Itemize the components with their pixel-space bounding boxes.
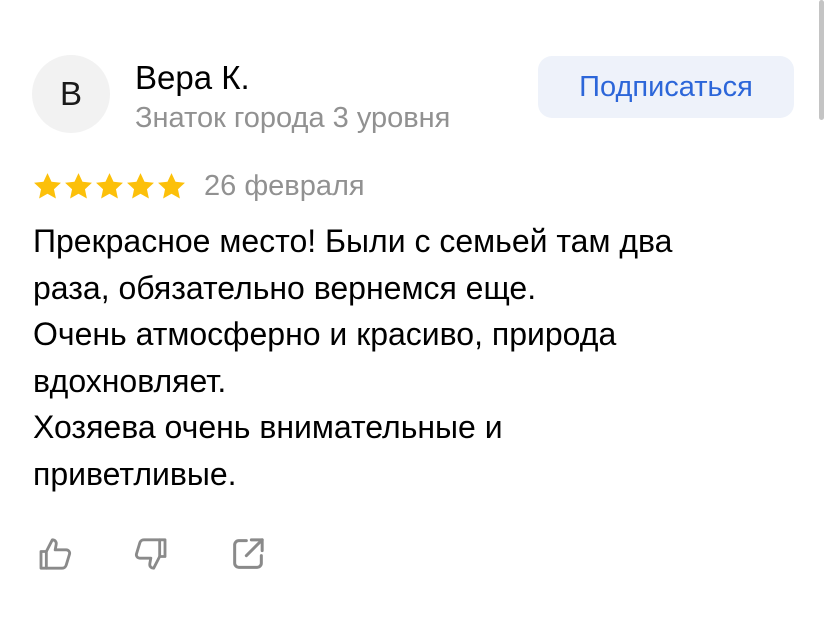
review-text-line: Прекрасное место! Были с семьей там два <box>33 223 673 259</box>
rating-stars <box>32 170 187 202</box>
avatar[interactable]: В <box>32 55 110 133</box>
subscribe-button[interactable]: Подписаться <box>538 56 794 118</box>
like-button[interactable] <box>32 530 80 578</box>
review-text-line: раза, обязательно вернемся еще. <box>33 269 537 306</box>
review-text: Прекрасное место! Были с семьей там два … <box>33 218 808 497</box>
review-text-line: Хозяева очень внимательные и <box>33 409 503 445</box>
thumbs-down-icon <box>134 538 167 570</box>
thumbs-up-icon <box>39 538 72 570</box>
author-name[interactable]: Вера К. <box>135 59 250 97</box>
star-icon <box>65 172 92 199</box>
star-icon <box>34 172 61 199</box>
share-button[interactable] <box>224 530 272 578</box>
star-icon <box>96 172 123 199</box>
dislike-button[interactable] <box>126 530 174 578</box>
star-icon <box>127 172 154 199</box>
star-icon <box>158 172 185 199</box>
share-icon <box>233 538 264 569</box>
review-text-line: приветливые. <box>33 455 237 492</box>
review-date: 26 февраля <box>204 170 365 202</box>
subscribe-button-label: Подписаться <box>579 70 753 103</box>
review-card: В Вера К. Знаток города 3 уровня Подписа… <box>0 0 827 618</box>
review-text-line: Очень атмосферно и красиво, природа <box>33 316 617 352</box>
avatar-letter: В <box>59 75 82 112</box>
review-text-line: вдохновляет. <box>33 362 227 399</box>
scrollbar[interactable] <box>819 0 824 120</box>
author-level: Знаток города 3 уровня <box>135 102 451 134</box>
